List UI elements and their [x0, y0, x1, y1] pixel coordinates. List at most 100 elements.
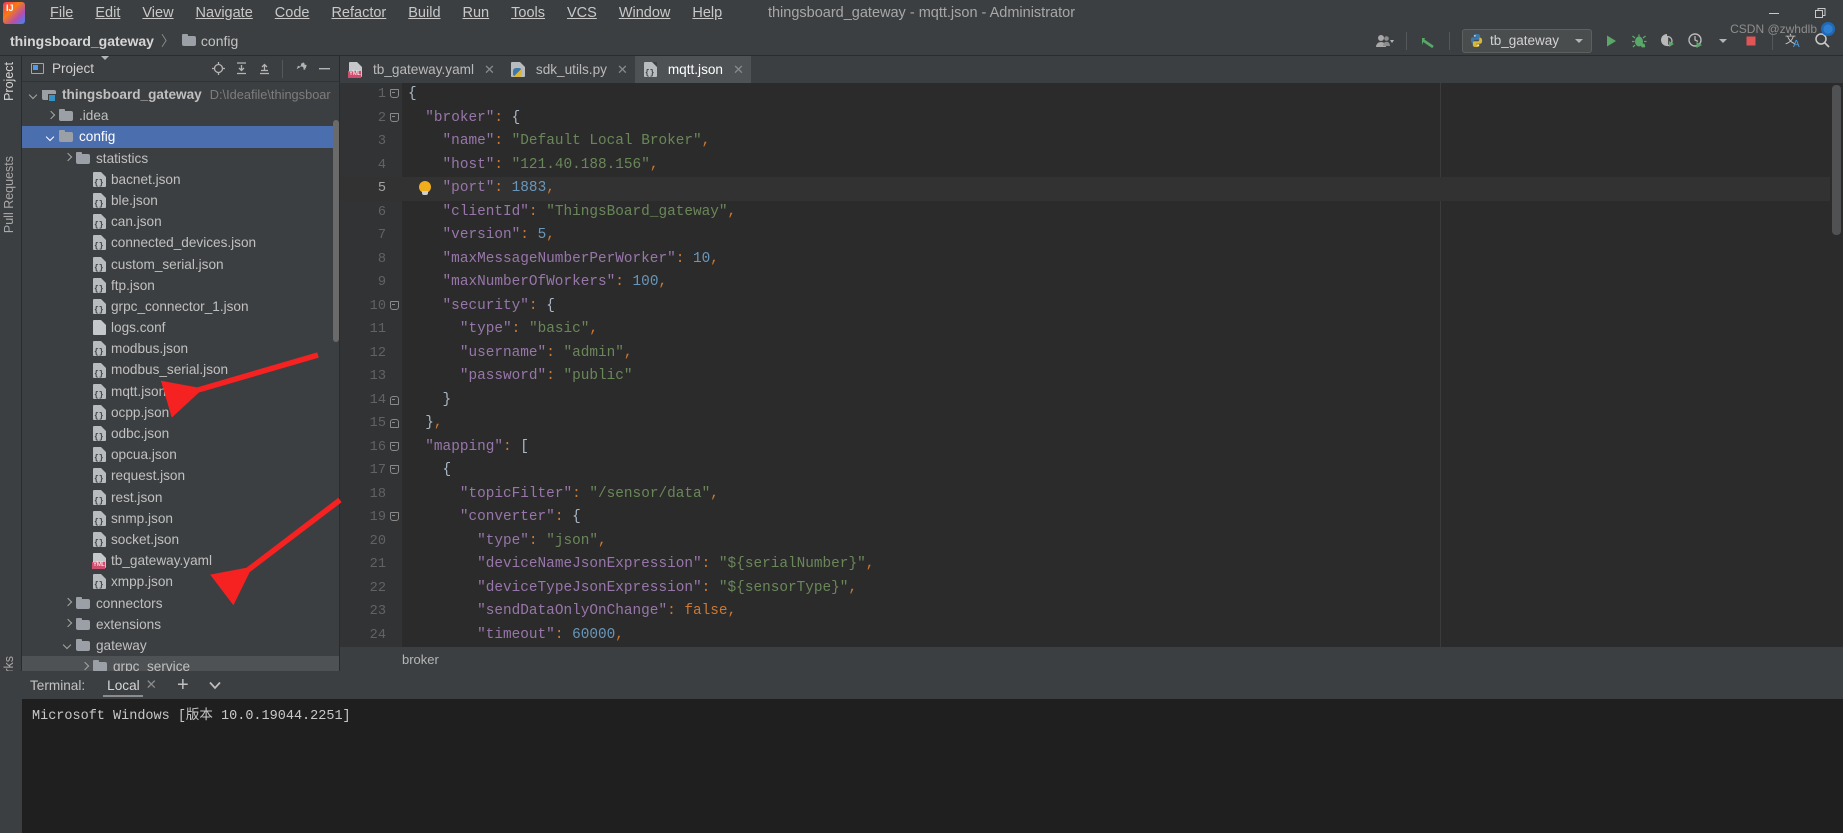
- menu-item-file[interactable]: File: [39, 1, 84, 25]
- gear-icon[interactable]: [290, 58, 312, 80]
- chevron-down-icon[interactable]: [45, 131, 56, 142]
- code-line[interactable]: 12 "username": "admin",: [340, 342, 1843, 366]
- profiler-button[interactable]: [1682, 28, 1708, 54]
- code-line[interactable]: 16 "mapping": [: [340, 436, 1843, 460]
- tree-row[interactable]: grpc_connector_1.json: [22, 296, 339, 317]
- close-icon[interactable]: ✕: [146, 677, 157, 693]
- code-line[interactable]: 17 {: [340, 459, 1843, 483]
- close-icon[interactable]: ✕: [484, 62, 495, 78]
- menu-item-code[interactable]: Code: [264, 1, 321, 25]
- tree-row[interactable]: connectors: [22, 593, 339, 614]
- tree-row[interactable]: snmp.json: [22, 508, 339, 529]
- chevron-down-icon[interactable]: [28, 89, 39, 100]
- tree-row[interactable]: can.json: [22, 211, 339, 232]
- menu-item-tools[interactable]: Tools: [500, 1, 556, 25]
- menu-item-run[interactable]: Run: [452, 1, 501, 25]
- code-fold-toggle-icon[interactable]: [386, 107, 402, 131]
- tree-row[interactable]: opcua.json: [22, 444, 339, 465]
- chevron-right-icon[interactable]: [62, 619, 73, 630]
- tree-row[interactable]: ble.json: [22, 190, 339, 211]
- editor-tab-tb_gateway-yaml[interactable]: tb_gateway.yaml ✕: [340, 56, 502, 83]
- code-line[interactable]: 21 "deviceNameJsonExpression": "${serial…: [340, 553, 1843, 577]
- tree-row[interactable]: bacnet.json: [22, 169, 339, 190]
- code-line[interactable]: 11 "type": "basic",: [340, 318, 1843, 342]
- code-line[interactable]: 22 "deviceTypeJsonExpression": "${sensor…: [340, 577, 1843, 601]
- update-project-icon[interactable]: [1415, 28, 1441, 54]
- menu-item-window[interactable]: Window: [608, 1, 682, 25]
- tree-row[interactable]: ftp.json: [22, 275, 339, 296]
- tree-row[interactable]: odbc.json: [22, 423, 339, 444]
- code-line[interactable]: 2 "broker": {: [340, 107, 1843, 131]
- tree-row[interactable]: gateway: [22, 635, 339, 656]
- close-icon[interactable]: ✕: [617, 62, 628, 78]
- code-line[interactable]: 7 "version": 5,: [340, 224, 1843, 248]
- tree-row[interactable]: grpc_service: [22, 656, 339, 671]
- editor-scrollbar[interactable]: [1830, 83, 1843, 647]
- tree-row[interactable]: modbus_serial.json: [22, 359, 339, 380]
- chevron-down-icon[interactable]: [62, 640, 73, 651]
- chevron-right-icon[interactable]: [79, 661, 90, 671]
- tree-row[interactable]: logs.conf: [22, 317, 339, 338]
- code-line[interactable]: 3 "name": "Default Local Broker",: [340, 130, 1843, 154]
- code-line[interactable]: 10 "security": {: [340, 295, 1843, 319]
- tree-row[interactable]: config: [22, 126, 339, 148]
- code-line[interactable]: 9 "maxNumberOfWorkers": 100,: [340, 271, 1843, 295]
- editor-scrollbar-thumb[interactable]: [1832, 85, 1841, 235]
- tree-row[interactable]: extensions: [22, 614, 339, 635]
- menu-item-refactor[interactable]: Refactor: [320, 1, 397, 25]
- terminal-options-chevron-icon[interactable]: [207, 677, 223, 693]
- menu-item-vcs[interactable]: VCS: [556, 1, 608, 25]
- chevron-right-icon[interactable]: [45, 110, 56, 121]
- code-line[interactable]: 23 "sendDataOnlyOnChange": false,: [340, 600, 1843, 624]
- code-line[interactable]: 1{: [340, 83, 1843, 107]
- code-line[interactable]: 13 "password": "public": [340, 365, 1843, 389]
- chevron-right-icon[interactable]: [62, 598, 73, 609]
- tree-row[interactable]: request.json: [22, 465, 339, 486]
- code-fold-toggle-icon[interactable]: [386, 412, 402, 436]
- editor-tab-sdk_utils-py[interactable]: sdk_utils.py ✕: [502, 56, 635, 83]
- chevron-right-icon[interactable]: [62, 153, 73, 164]
- select-opened-file-icon[interactable]: [207, 58, 229, 80]
- close-icon[interactable]: ✕: [733, 62, 744, 78]
- project-tree[interactable]: thingsboard_gateway D:\Ideafile\thingsboa…: [22, 82, 339, 671]
- menu-bar[interactable]: File Edit View Navigate Code Refactor Bu…: [39, 0, 733, 26]
- menu-item-edit[interactable]: Edit: [84, 1, 131, 25]
- tree-row[interactable]: xmpp.json: [22, 571, 339, 592]
- tree-row[interactable]: thingsboard_gateway D:\Ideafile\thingsboa…: [22, 84, 339, 105]
- people-icon[interactable]: [1372, 28, 1398, 54]
- tree-row[interactable]: connected_devices.json: [22, 232, 339, 253]
- code-line[interactable]: 8 "maxMessageNumberPerWorker": 10,: [340, 248, 1843, 272]
- code-content[interactable]: 1{2 "broker": {3 "name": "Default Local …: [340, 83, 1843, 647]
- code-editor[interactable]: 1{2 "broker": {3 "name": "Default Local …: [340, 83, 1843, 647]
- menu-item-build[interactable]: Build: [397, 1, 451, 25]
- code-line[interactable]: 24 "timeout": 60000,: [340, 624, 1843, 648]
- code-fold-toggle-icon[interactable]: [386, 459, 402, 483]
- code-fold-toggle-icon[interactable]: [386, 436, 402, 460]
- terminal-tab-local[interactable]: Local ✕: [103, 671, 157, 699]
- terminal-output[interactable]: Microsoft Windows [版本 10.0.19044.2251]: [22, 699, 1843, 833]
- tree-row[interactable]: mqtt.json: [22, 381, 339, 402]
- editor-tab-mqtt-json[interactable]: mqtt.json ✕: [634, 56, 751, 83]
- tool-tab-project[interactable]: Project: [2, 62, 16, 101]
- tree-row[interactable]: custom_serial.json: [22, 254, 339, 275]
- expand-all-icon[interactable]: [230, 58, 252, 80]
- tree-row[interactable]: socket.json: [22, 529, 339, 550]
- code-line[interactable]: 19 "converter": {: [340, 506, 1843, 530]
- code-line[interactable]: 14 }: [340, 389, 1843, 413]
- menu-item-navigate[interactable]: Navigate: [185, 1, 264, 25]
- code-line[interactable]: 15 },: [340, 412, 1843, 436]
- run-button[interactable]: [1598, 28, 1624, 54]
- tree-row[interactable]: ocpp.json: [22, 402, 339, 423]
- tree-row[interactable]: statistics: [22, 148, 339, 169]
- menu-item-help[interactable]: Help: [681, 1, 733, 25]
- code-fold-toggle-icon[interactable]: [386, 506, 402, 530]
- code-fold-toggle-icon[interactable]: [386, 295, 402, 319]
- code-line[interactable]: 5 "port": 1883,: [340, 177, 1843, 201]
- menu-item-view[interactable]: View: [131, 1, 184, 25]
- code-line[interactable]: 6 "clientId": "ThingsBoard_gateway",: [340, 201, 1843, 225]
- hide-panel-icon[interactable]: [313, 58, 335, 80]
- breadcrumb-root[interactable]: thingsboard_gateway: [10, 33, 154, 49]
- run-with-coverage-button[interactable]: [1654, 28, 1680, 54]
- code-line[interactable]: 4 "host": "121.40.188.156",: [340, 154, 1843, 178]
- chevron-down-icon[interactable]: [1575, 38, 1583, 43]
